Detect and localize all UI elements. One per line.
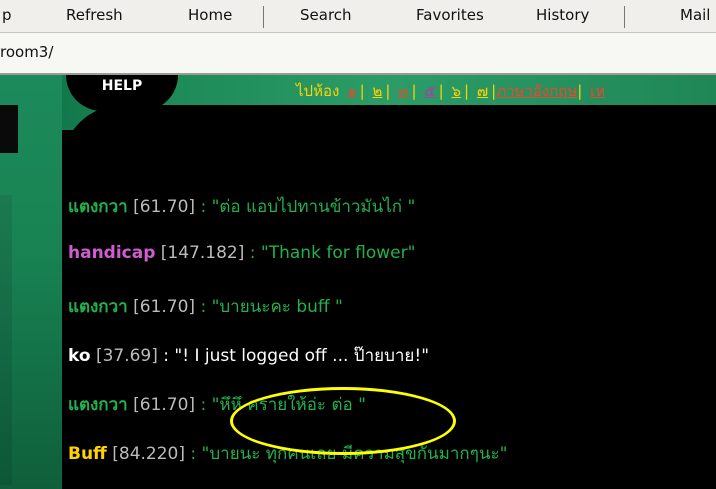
message-nick[interactable]: แตงกวา [68, 297, 128, 317]
room-link-7[interactable]: ๗ [474, 82, 491, 100]
roomnav-sep: | [464, 82, 470, 100]
toolbar-divider [624, 6, 625, 28]
message-nick[interactable]: แตงกวา [68, 197, 128, 217]
chat-message: handicap [147.182] : "Thank for flower" [68, 243, 415, 263]
message-text: : "ต่อ แอบไปทานข้าวมันไก่ " [200, 197, 416, 217]
message-ip: [61.70] [133, 395, 196, 415]
chat-message: แตงกวา [61.70] : "ต่อ แอบไปทานข้าวมันไก่… [68, 193, 415, 220]
message-nick[interactable]: แตงกวา [68, 395, 128, 415]
room-link-5[interactable]: ๕ [421, 82, 438, 100]
roomnav-sep: | [385, 82, 391, 100]
mail-button[interactable]: Mail [680, 6, 710, 24]
room-link-2[interactable]: ๒ [369, 82, 385, 100]
message-text: : "! I just logged off ... ป๊ายบาย!" [163, 346, 430, 366]
search-button[interactable]: Search [300, 6, 352, 24]
message-nick[interactable]: ko [68, 346, 91, 366]
message-ip: [84.220] [112, 444, 185, 464]
left-panel-edge [0, 195, 12, 485]
message-ip: [61.70] [133, 197, 196, 217]
message-ip: [37.69] [95, 346, 158, 366]
chat-page: HELP ไปห้อง ๑ | ๒ | ๓ | ๕ | ๖ | ๗ |ภาษาอังกฤษ|… [0, 75, 716, 489]
roomnav-sep: | [411, 82, 417, 100]
message-nick[interactable]: handicap [68, 243, 155, 263]
room-link-english[interactable]: ภาษาอังกฤษ [496, 82, 577, 100]
left-panel [0, 75, 62, 489]
roomnav-sep: | [577, 82, 583, 100]
message-nick[interactable]: Buff [68, 444, 107, 464]
roomnav-sep: | [359, 82, 365, 100]
highlight-ellipse [230, 387, 456, 455]
room-link-3[interactable]: ๓ [395, 82, 411, 100]
chat-message: แตงกวา [61.70] : "บายนะคะ buff " [68, 293, 343, 320]
room-link-1[interactable]: ๑ [344, 82, 360, 100]
message-ip: [147.182] [160, 243, 245, 263]
favorites-button[interactable]: Favorites [416, 6, 484, 24]
address-bar: room3/ [0, 33, 716, 75]
history-button[interactable]: History [536, 6, 589, 24]
message-ip: [61.70] [133, 297, 196, 317]
refresh-button[interactable]: Refresh [66, 6, 123, 24]
room-link-partial[interactable]: เห [587, 82, 608, 100]
roomnav-sep: | [438, 82, 444, 100]
roomnav-prefix: ไปห้อง [296, 82, 340, 100]
room-navigation: ไปห้อง ๑ | ๒ | ๓ | ๕ | ๖ | ๗ |ภาษาอังกฤษ| เห [296, 79, 608, 103]
address-input[interactable]: room3/ [0, 43, 53, 61]
chat-message: ko [37.69] : "! I just logged off ... ป๊… [68, 342, 429, 369]
toolbar-divider [263, 6, 264, 28]
left-panel-stripe [0, 105, 18, 153]
room-link-6[interactable]: ๖ [449, 82, 465, 100]
toolbar-item-partial[interactable]: p [2, 6, 12, 24]
browser-toolbar: p Refresh Home Search Favorites History … [0, 0, 716, 33]
home-button[interactable]: Home [188, 6, 232, 24]
message-text: : "บายนะคะ buff " [200, 297, 343, 317]
message-text: : "Thank for flower" [249, 243, 416, 263]
